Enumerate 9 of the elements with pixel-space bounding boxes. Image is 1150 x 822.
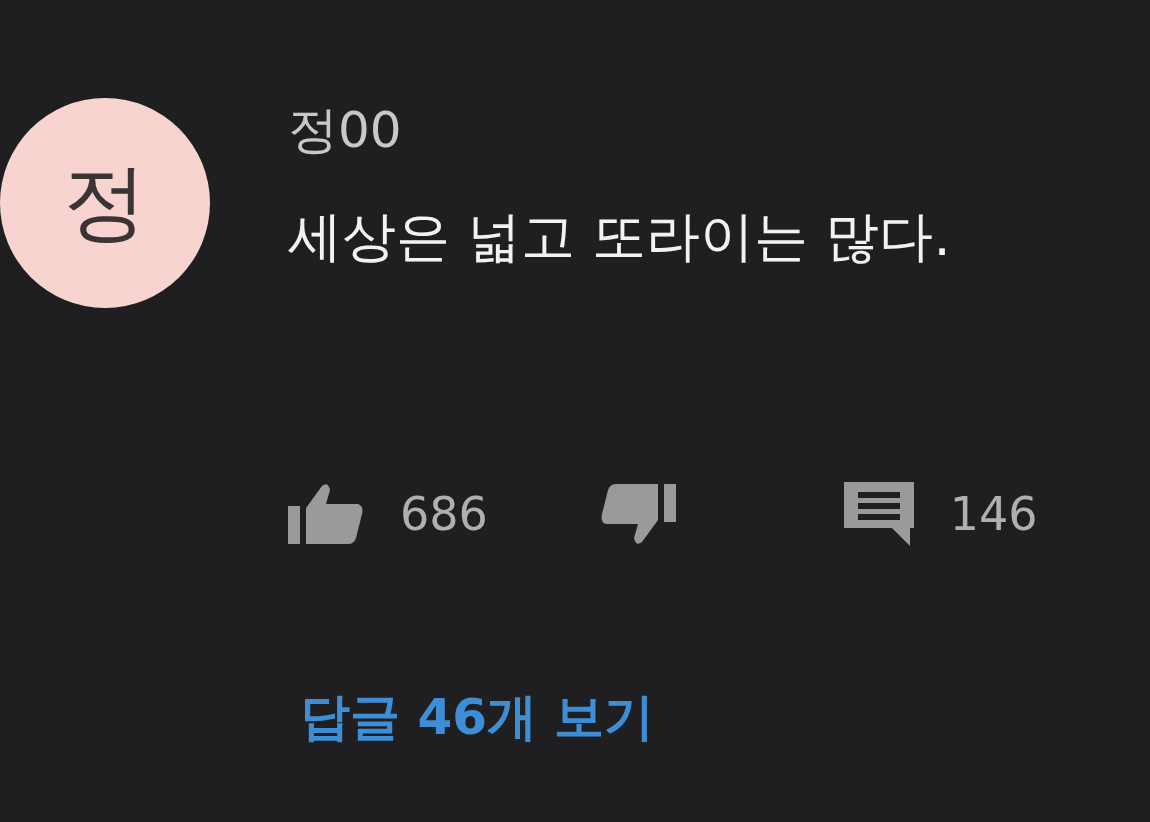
view-replies-link[interactable]: 답글 46개 보기 [300,684,655,751]
author-name: 정00 [288,100,403,160]
comment-text: 세상은 넓고 또라이는 많다. [288,204,952,270]
avatar: 정 [0,98,210,308]
like-count: 686 [400,487,488,541]
thumbs-down-icon[interactable] [599,482,676,546]
comment-icon[interactable] [843,482,914,546]
thumbs-up-icon[interactable] [288,482,364,546]
reply-count: 146 [949,487,1038,541]
